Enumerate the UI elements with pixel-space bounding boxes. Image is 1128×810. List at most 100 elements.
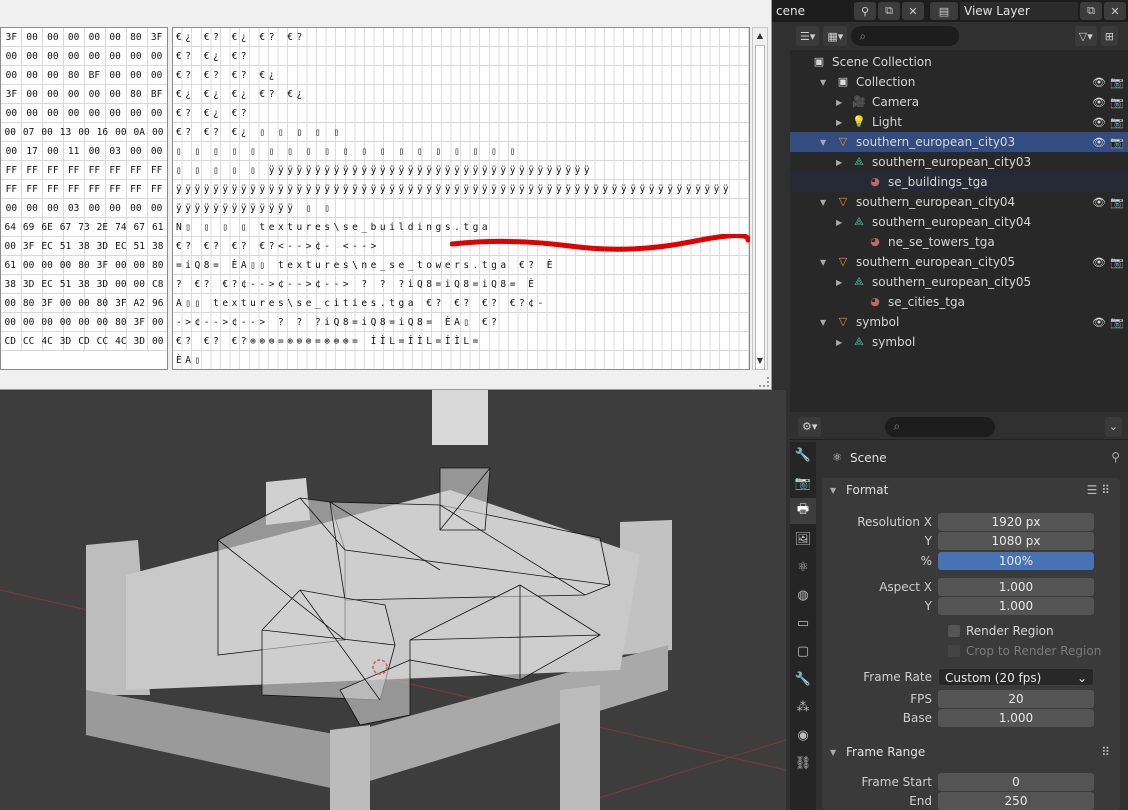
hex-byte-cell[interactable]: 00 — [105, 70, 126, 81]
hex-byte-cell[interactable]: 00 — [149, 336, 167, 347]
aspect-x-field[interactable]: 1.000 — [938, 577, 1094, 596]
hex-byte-cell[interactable]: 00 — [149, 317, 167, 328]
format-panel-header[interactable]: ▼ Format ☰ ⠿ — [822, 478, 1120, 502]
hex-byte-cell[interactable]: 3F — [130, 317, 148, 328]
hex-byte-cell[interactable]: 80 — [63, 70, 84, 81]
render-camera-icon[interactable]: 📷 — [1110, 96, 1124, 109]
hex-byte-cell[interactable]: 00 — [22, 89, 43, 100]
hex-byte-cell[interactable]: 6E — [38, 222, 56, 233]
hex-byte-cell[interactable]: 38 — [1, 279, 19, 290]
hex-byte-cell[interactable]: 07 — [19, 127, 37, 138]
constraints-tab-icon[interactable]: ⛓ — [790, 750, 816, 776]
visibility-eye-icon[interactable]: 👁 — [1092, 316, 1106, 329]
hex-byte-cell[interactable]: 00 — [75, 298, 93, 309]
hex-byte-cell[interactable]: 3F — [38, 298, 56, 309]
hex-char-row[interactable]: ÈA▯ — [173, 351, 749, 369]
expand-arrow-icon[interactable]: ▼ — [820, 78, 830, 87]
display-mode-icon[interactable]: ▦▾ — [823, 26, 848, 46]
visibility-eye-icon[interactable]: 👁 — [1092, 256, 1106, 269]
hex-byte-cell[interactable]: 51 — [56, 279, 74, 290]
hex-byte-cell[interactable]: 00 — [1, 317, 19, 328]
hex-byte-cell[interactable]: 00 — [126, 203, 147, 214]
outliner-row[interactable]: ▼ ▣ Collection 👁 📷 — [790, 72, 1128, 92]
hex-byte-cell[interactable]: BF — [84, 70, 105, 81]
hex-byte-row[interactable]: 00 00 00 00 00 00 80 3F 00 — [1, 313, 167, 332]
hex-byte-cell[interactable]: 03 — [105, 146, 126, 157]
hex-byte-cell[interactable]: 00 — [43, 51, 64, 62]
resize-grip-icon[interactable] — [759, 377, 769, 387]
hex-char-row[interactable]: ▯ ▯ ▯ ▯ ▯ ÿÿÿÿÿÿÿÿÿÿÿÿÿÿÿÿÿÿÿÿÿÿÿÿÿÿÿÿÿÿ… — [173, 161, 749, 180]
hex-byte-cell[interactable]: FF — [43, 165, 64, 176]
hex-byte-cell[interactable]: 00 — [22, 32, 43, 43]
hex-byte-cell[interactable]: EC — [38, 241, 56, 252]
expand-arrow-icon[interactable]: ▼ — [820, 258, 830, 267]
hex-byte-cell[interactable]: 3D — [130, 336, 148, 347]
outliner-row[interactable]: ▼ ▽ southern_european_city03 👁 📷 — [790, 132, 1128, 152]
drag-handle-icon[interactable]: ⠿ — [1101, 745, 1110, 759]
tool-tab-icon[interactable]: 🔧 — [790, 442, 816, 468]
frame-end-field[interactable]: 250 — [938, 791, 1094, 810]
editor-type-icon[interactable]: ☰▾ — [796, 26, 820, 46]
expand-arrow-icon[interactable]: ▶ — [836, 118, 846, 127]
pin-icon[interactable]: ⚲ — [854, 2, 876, 20]
outliner-row[interactable]: ▼ ▽ symbol 👁 📷 — [790, 312, 1128, 332]
hex-byte-cell[interactable]: 3F — [93, 260, 111, 271]
hex-byte-cell[interactable]: 00 — [43, 146, 64, 157]
hex-byte-cell[interactable]: 00 — [105, 203, 126, 214]
hex-byte-cell[interactable]: 80 — [149, 260, 167, 271]
hex-byte-cell[interactable]: 00 — [22, 203, 43, 214]
hex-byte-cell[interactable]: BF — [146, 89, 167, 100]
resolution-y-field[interactable]: 1080 px — [938, 531, 1094, 550]
hex-byte-cell[interactable]: 3D — [19, 279, 37, 290]
hex-byte-cell[interactable]: FF — [146, 165, 167, 176]
hex-byte-cell[interactable]: 00 — [38, 260, 56, 271]
outliner-row[interactable]: ▼ ▽ southern_european_city05 👁 📷 — [790, 252, 1128, 272]
hex-byte-row[interactable]: 00 00 00 00 00 00 00 00 — [1, 47, 167, 66]
hex-byte-cell[interactable]: 00 — [112, 260, 130, 271]
hex-byte-row[interactable]: 3F 00 00 00 00 00 80 3F — [1, 28, 167, 47]
hex-byte-cell[interactable]: 00 — [1, 241, 19, 252]
viewlayer-icon[interactable]: ▤ — [930, 2, 958, 20]
output-tab-icon[interactable]: 🖶 — [790, 498, 816, 524]
render-camera-icon[interactable]: 📷 — [1110, 196, 1124, 209]
hex-char-row[interactable]: ÿÿÿÿÿÿÿÿÿÿÿÿÿÿÿÿÿÿÿÿÿÿÿÿÿÿÿÿÿÿÿÿÿÿÿÿÿÿÿÿ… — [173, 180, 749, 199]
hex-byte-cell[interactable]: 00 — [1, 298, 19, 309]
hex-byte-cell[interactable]: A2 — [130, 298, 148, 309]
hex-byte-cell[interactable]: 4C — [38, 336, 56, 347]
outliner-search-input[interactable]: ⌕ — [851, 26, 960, 46]
hex-byte-cell[interactable]: C8 — [149, 279, 167, 290]
hex-bytes-pane[interactable]: 3F 00 00 00 00 00 80 3F 00 00 00 00 00 00 00 00 00 00 00 80… — [0, 27, 168, 370]
hex-byte-cell[interactable]: 00 — [146, 108, 167, 119]
hex-byte-cell[interactable]: 00 — [126, 108, 147, 119]
hex-byte-cell[interactable]: 00 — [112, 127, 130, 138]
hex-byte-cell[interactable]: 64 — [1, 222, 19, 233]
close-icon[interactable]: ✕ — [902, 2, 924, 20]
filter-icon[interactable]: ▽▾ — [1074, 26, 1097, 46]
hex-byte-cell[interactable]: CD — [75, 336, 93, 347]
render-camera-icon[interactable]: 📷 — [1110, 116, 1124, 129]
hex-byte-cell[interactable]: 00 — [112, 279, 130, 290]
hex-byte-cell[interactable]: 00 — [146, 146, 167, 157]
hex-byte-cell[interactable]: FF — [105, 165, 126, 176]
viewport-scene[interactable] — [0, 390, 786, 810]
scene-selector[interactable]: cene — [772, 2, 852, 20]
hex-byte-cell[interactable]: 00 — [56, 260, 74, 271]
hex-byte-row[interactable]: 00 3F EC 51 38 3D EC 51 38 — [1, 237, 167, 256]
hex-char-row[interactable]: €? €¿ €? — [173, 104, 749, 123]
hex-byte-cell[interactable]: 00 — [146, 203, 167, 214]
scroll-up-icon[interactable]: ▲ — [753, 28, 767, 44]
hex-char-row[interactable]: =iQ8= ÈA▯▯ textures\ne_se_towers.tga €? … — [173, 256, 749, 275]
hex-byte-cell[interactable]: FF — [63, 165, 84, 176]
hex-byte-cell[interactable]: 00 — [126, 146, 147, 157]
pin-icon[interactable]: ⚲ — [1111, 450, 1120, 464]
hex-byte-cell[interactable]: 00 — [1, 108, 22, 119]
hex-byte-cell[interactable]: FF — [1, 184, 22, 195]
hex-byte-cell[interactable]: 80 — [112, 317, 130, 328]
hex-byte-row[interactable]: 00 00 00 80 BF 00 00 00 — [1, 66, 167, 85]
hex-byte-cell[interactable]: 00 — [105, 108, 126, 119]
hex-char-row[interactable]: A▯▯ textures\se_cities.tga €? €? €? €?¢- — [173, 294, 749, 313]
hex-byte-cell[interactable]: 00 — [105, 51, 126, 62]
hex-byte-cell[interactable]: 00 — [146, 70, 167, 81]
outliner-row[interactable]: ◕ se_buildings_tga — [790, 172, 1128, 192]
hex-byte-cell[interactable]: 00 — [126, 70, 147, 81]
